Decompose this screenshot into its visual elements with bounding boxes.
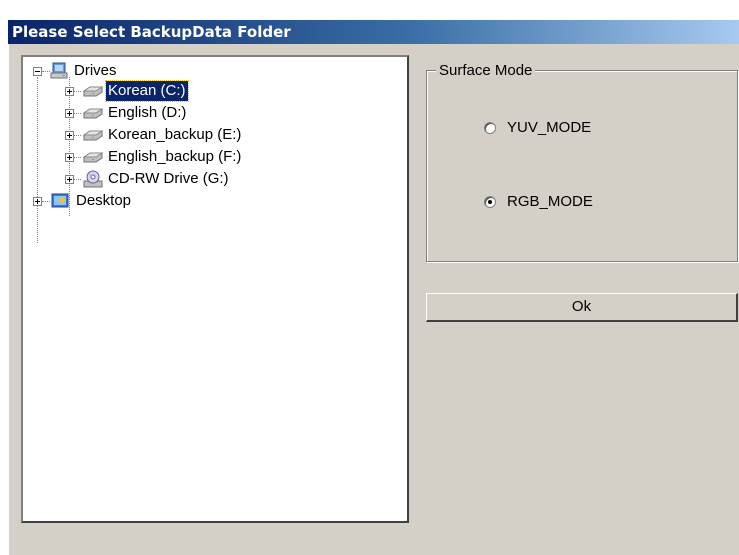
tree-label[interactable]: Korean (C:): [105, 80, 189, 102]
expand-icon[interactable]: [65, 131, 74, 140]
tree-connector: [74, 113, 81, 115]
collapse-icon[interactable]: [33, 67, 42, 76]
drives-icon: [50, 62, 68, 79]
surface-mode-group: [426, 70, 738, 262]
ok-button[interactable]: Ok: [426, 293, 738, 322]
cd-drive-icon: [83, 170, 103, 188]
tree-label[interactable]: Desktop: [74, 191, 133, 211]
hard-drive-icon: [82, 86, 104, 97]
window-title: Please Select BackupData Folder: [12, 23, 291, 41]
expand-icon[interactable]: [33, 197, 42, 206]
tree-label[interactable]: Drives: [72, 61, 119, 81]
hard-drive-icon: [82, 152, 104, 163]
expand-icon[interactable]: [65, 153, 74, 162]
expand-icon[interactable]: [65, 175, 74, 184]
tree-label[interactable]: Korean_backup (E:): [106, 125, 243, 145]
tree-connector: [69, 77, 71, 216]
tree-connector: [42, 71, 50, 73]
radio-button-checked-icon[interactable]: [484, 196, 496, 208]
tree-connector: [74, 157, 81, 159]
folder-tree[interactable]: Drives Korean (C:) English (D:) Korean_b…: [21, 55, 409, 523]
tree-label[interactable]: English_backup (F:): [106, 147, 243, 167]
title-bar: Please Select BackupData Folder: [8, 20, 739, 44]
radio-label[interactable]: YUV_MODE: [507, 118, 591, 138]
radio-yuv-mode[interactable]: YUV_MODE: [484, 118, 634, 138]
tree-connector: [74, 91, 81, 93]
desktop-icon: [51, 193, 69, 208]
tree-connector: [42, 201, 50, 203]
radio-button-icon[interactable]: [484, 122, 496, 134]
expand-icon[interactable]: [65, 109, 74, 118]
radio-label[interactable]: RGB_MODE: [507, 192, 593, 212]
tree-connector: [37, 77, 39, 243]
radio-rgb-mode[interactable]: RGB_MODE: [484, 192, 634, 212]
tree-label[interactable]: English (D:): [106, 103, 188, 123]
tree-connector: [74, 179, 81, 181]
tree-label[interactable]: CD-RW Drive (G:): [106, 169, 231, 189]
hard-drive-icon: [82, 130, 104, 141]
tree-connector: [74, 135, 81, 137]
surface-mode-legend: Surface Mode: [436, 63, 536, 79]
hard-drive-icon: [82, 108, 104, 119]
expand-icon[interactable]: [65, 87, 74, 96]
